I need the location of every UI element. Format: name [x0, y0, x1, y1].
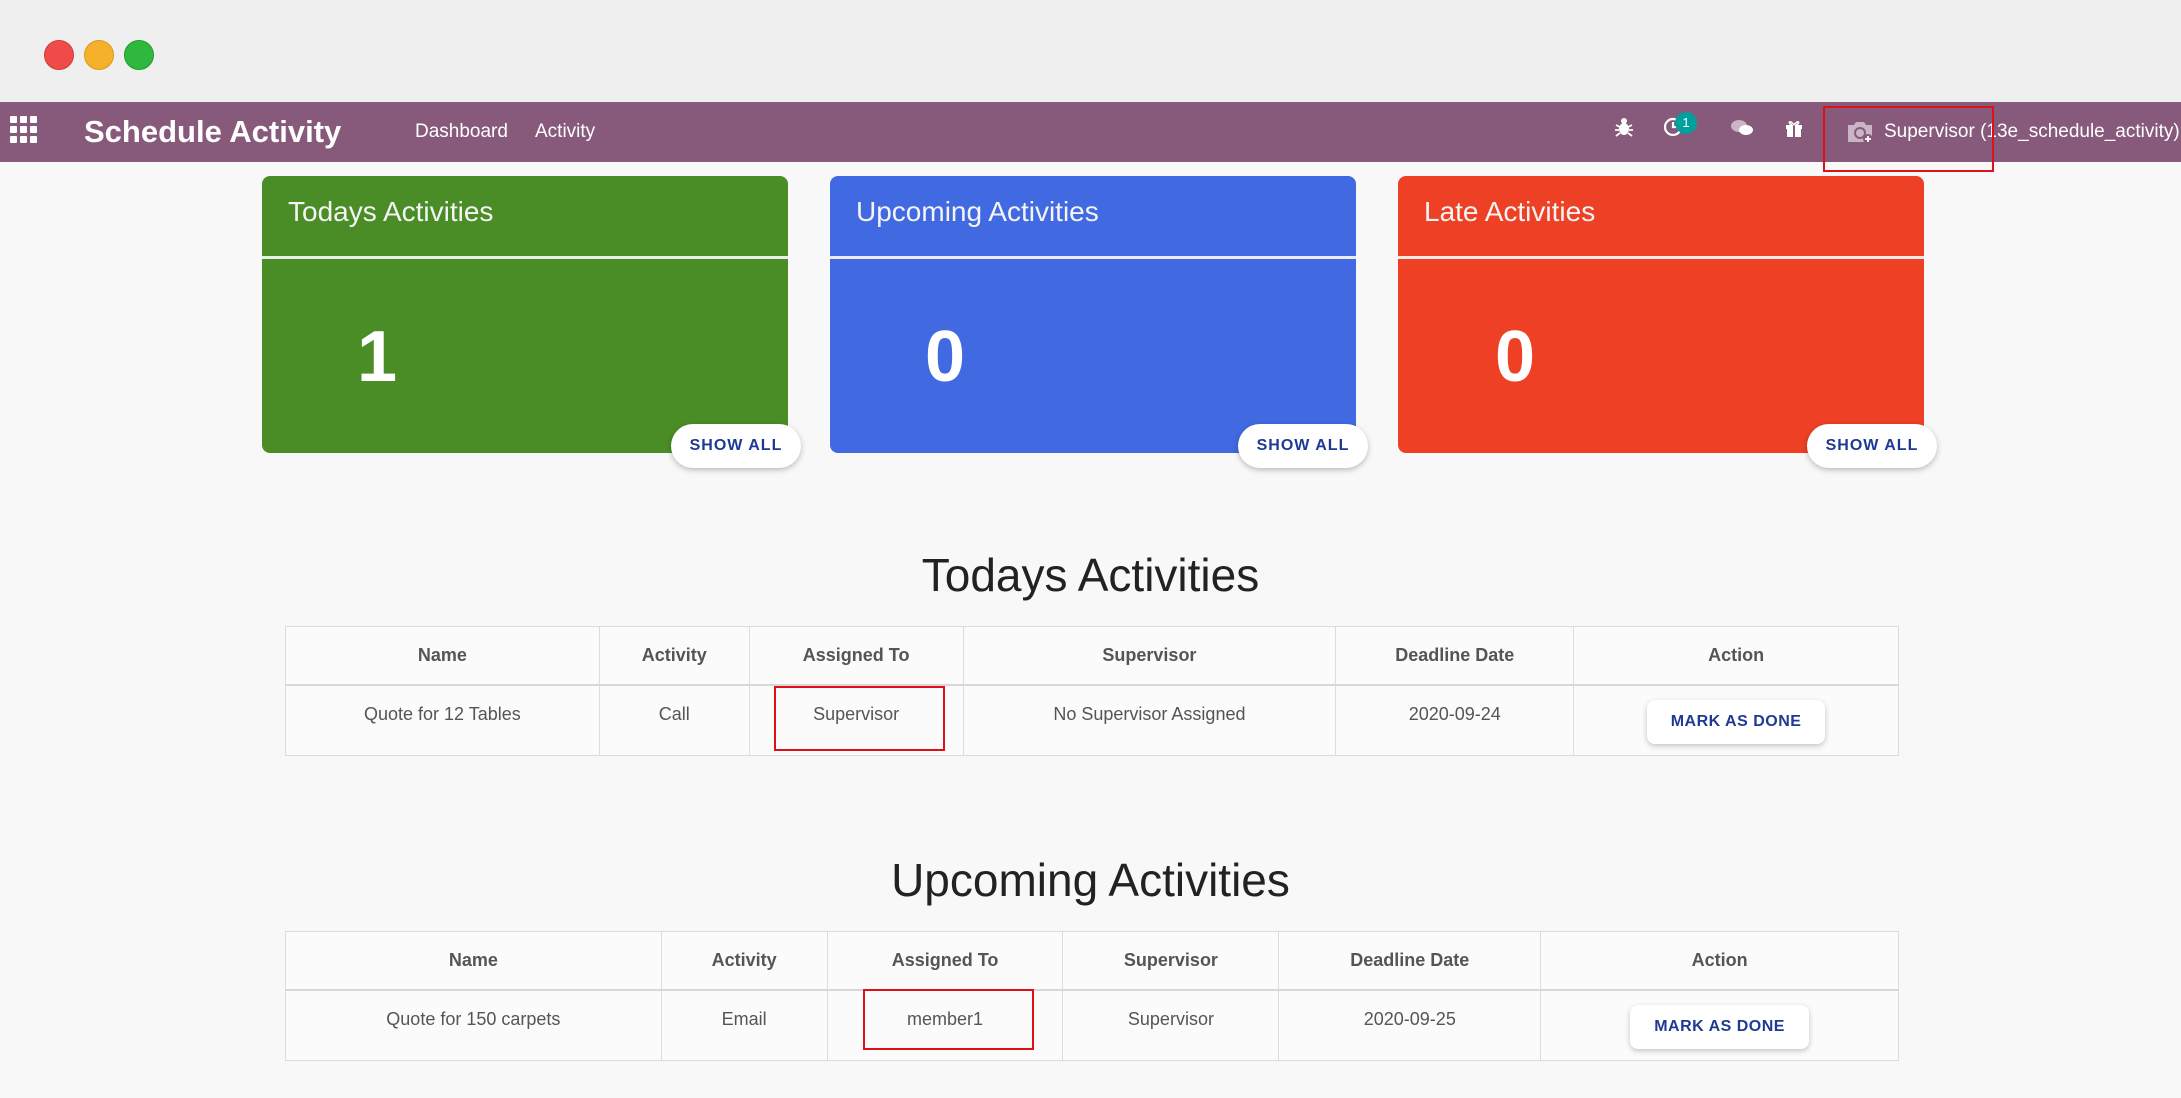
window-titlebar: [0, 0, 2181, 102]
card-title: Upcoming Activities: [856, 196, 1099, 227]
card-title: Todays Activities: [288, 196, 494, 227]
show-all-late-button[interactable]: SHOW ALL: [1807, 424, 1937, 468]
close-window-button[interactable]: [44, 40, 74, 70]
col-action: Action: [1540, 931, 1899, 991]
todays-activities-card: Todays Activities 1: [262, 176, 788, 453]
col-activity: Activity: [598, 626, 750, 686]
table-header-row: Name Activity Assigned To Supervisor Dea…: [285, 931, 1899, 991]
activity-count-badge: 1: [1675, 112, 1697, 134]
cell-name: Quote for 150 carpets: [285, 989, 662, 1061]
col-name: Name: [285, 931, 662, 991]
table-row: Quote for 12 Tables Call Supervisor No S…: [285, 684, 1899, 756]
col-activity: Activity: [660, 931, 828, 991]
cell-name: Quote for 12 Tables: [285, 684, 600, 756]
card-divider: [262, 256, 788, 259]
table-row: Quote for 150 carpets Email member1 Supe…: [285, 989, 1899, 1061]
upcoming-section-title: Upcoming Activities: [891, 854, 1290, 906]
card-count: 0: [925, 317, 966, 397]
menu-activity[interactable]: Activity: [535, 102, 595, 162]
card-count: 1: [357, 317, 398, 397]
cell-action: MARK AS DONE: [1540, 989, 1899, 1061]
highlight-box-user: [1823, 106, 1994, 172]
apps-grid-icon[interactable]: [10, 116, 38, 144]
highlight-box-assigned: [774, 686, 945, 751]
app-title: Schedule Activity: [84, 114, 342, 149]
col-assigned-to: Assigned To: [748, 626, 964, 686]
show-all-upcoming-button[interactable]: SHOW ALL: [1238, 424, 1368, 468]
chat-icon[interactable]: [1730, 116, 1754, 148]
gift-icon[interactable]: [1784, 116, 1804, 148]
mark-as-done-button[interactable]: MARK AS DONE: [1630, 1005, 1809, 1049]
menu-dashboard[interactable]: Dashboard: [415, 102, 508, 162]
col-supervisor: Supervisor: [1062, 931, 1280, 991]
cell-action: MARK AS DONE: [1573, 684, 1899, 756]
cell-activity: Call: [598, 684, 750, 756]
todays-section-title: Todays Activities: [921, 549, 1260, 601]
cell-supervisor: No Supervisor Assigned: [962, 684, 1337, 756]
col-deadline: Deadline Date: [1335, 626, 1575, 686]
upcoming-activities-card: Upcoming Activities 0: [830, 176, 1356, 453]
todays-activities-table: Name Activity Assigned To Supervisor Dea…: [285, 626, 1899, 756]
card-count: 0: [1495, 317, 1536, 397]
mark-as-done-button[interactable]: MARK AS DONE: [1646, 700, 1826, 744]
col-assigned-to: Assigned To: [826, 931, 1064, 991]
cell-deadline: 2020-09-25: [1278, 989, 1542, 1061]
bug-icon[interactable]: [1614, 116, 1634, 148]
col-deadline: Deadline Date: [1278, 931, 1542, 991]
late-activities-card: Late Activities 0: [1398, 176, 1924, 453]
cell-deadline: 2020-09-24: [1335, 684, 1575, 756]
card-divider: [830, 256, 1356, 259]
col-name: Name: [285, 626, 600, 686]
upcoming-activities-table: Name Activity Assigned To Supervisor Dea…: [285, 931, 1899, 1061]
cell-supervisor: Supervisor: [1062, 989, 1280, 1061]
table-header-row: Name Activity Assigned To Supervisor Dea…: [285, 626, 1899, 686]
col-action: Action: [1573, 626, 1899, 686]
col-supervisor: Supervisor: [962, 626, 1337, 686]
show-all-today-button[interactable]: SHOW ALL: [671, 424, 801, 468]
highlight-box-assigned: [863, 989, 1034, 1050]
minimize-window-button[interactable]: [84, 40, 114, 70]
maximize-window-button[interactable]: [124, 40, 154, 70]
card-title: Late Activities: [1424, 196, 1596, 227]
cell-activity: Email: [660, 989, 828, 1061]
card-divider: [1398, 256, 1924, 259]
